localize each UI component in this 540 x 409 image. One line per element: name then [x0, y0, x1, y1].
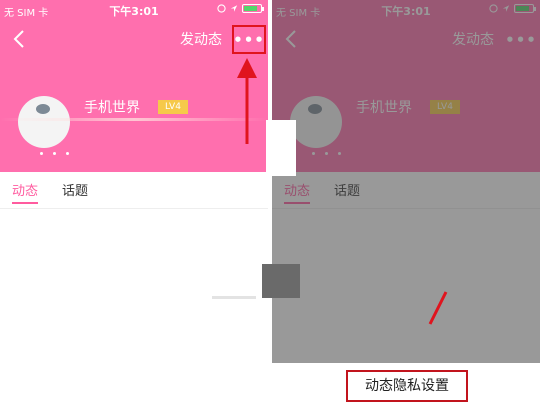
tab-dynamics[interactable]: 动态	[12, 180, 38, 199]
image-artifact	[212, 296, 256, 299]
lock-rotation-icon	[217, 4, 226, 13]
annotation-stroke	[428, 291, 448, 325]
image-artifact	[262, 264, 300, 298]
right-screen: 无 SIM 卡 下午3:01 发动态 ••• 手机世界 LV4 动态 话题	[272, 0, 540, 409]
status-bar: 无 SIM 卡 下午3:01	[0, 0, 268, 22]
left-screen: 无 SIM 卡 下午3:01 发动态 ••• 手机世界 LV4 动态 话题	[0, 0, 268, 409]
arrow-up-icon	[237, 58, 257, 144]
highlight-box-more	[232, 25, 266, 54]
battery-icon	[242, 4, 264, 13]
image-artifact	[266, 120, 296, 176]
status-icons	[217, 4, 264, 13]
modal-overlay[interactable]	[272, 0, 540, 363]
stats-dots	[40, 152, 69, 155]
location-icon	[230, 5, 238, 12]
privacy-settings-item[interactable]: 动态隐私设置	[346, 370, 468, 402]
level-badge: LV4	[158, 100, 188, 114]
tab-bar: 动态 话题	[0, 172, 268, 366]
post-button[interactable]: 发动态	[180, 29, 222, 49]
feed-area	[0, 209, 268, 409]
avatar-figure	[36, 104, 50, 114]
tab-topics[interactable]: 话题	[62, 180, 88, 199]
image-artifact	[0, 118, 268, 121]
back-icon[interactable]	[10, 28, 30, 50]
profile-header: 无 SIM 卡 下午3:01 发动态 ••• 手机世界 LV4	[0, 0, 268, 172]
username: 手机世界	[84, 100, 140, 116]
active-tab-indicator	[12, 202, 38, 204]
privacy-settings-label: 动态隐私设置	[365, 378, 449, 394]
avatar[interactable]	[18, 96, 70, 148]
